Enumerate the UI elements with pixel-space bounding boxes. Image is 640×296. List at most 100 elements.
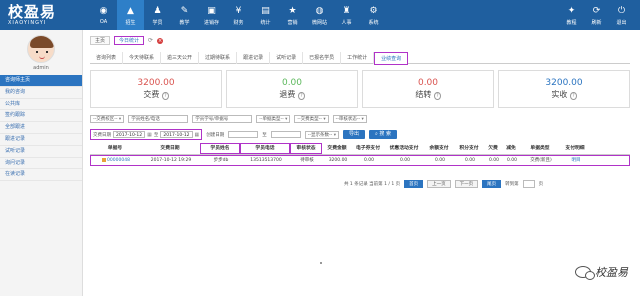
sub-tab[interactable]: 过期待联系 [199,52,238,64]
nav-item-9[interactable]: ♜ 人事 [333,0,360,30]
crumb-current[interactable]: 今日统计 [114,36,145,45]
help-icon[interactable]: ? [161,91,169,100]
nav-label: 系统 [368,19,379,26]
table-row[interactable]: 00000048 2017-10-12 19:29 步步db 13513513700 待… [90,155,630,166]
table-header: 单据号 交费日期 学员姓名 学员电话 审核状态 交费金额 电子券支付 优惠活动支付 余额支付 积分… [90,143,630,155]
export-button[interactable]: 导出 [342,130,365,139]
student-icon: ♟ [153,5,162,16]
crumb-home[interactable]: 主页 [90,36,111,45]
nav-item-7[interactable]: ★ 营销 [279,0,306,30]
nav-label: 人事 [341,19,352,26]
sidebar-item[interactable]: 我的咨询 [0,87,82,99]
card-label-wrap: 交费 ? [143,89,169,102]
nav-item-3[interactable]: ✎ 教学 [171,0,198,30]
sidebar-item[interactable]: 咨询师主页 [0,75,82,87]
help-icon[interactable]: ? [297,91,305,100]
sidebar-item[interactable]: 试听记录 [0,146,82,158]
search-button-label: 搜 索 [379,131,391,137]
avatar[interactable] [27,34,55,63]
sidebar-item[interactable]: 在读记录 [0,169,82,182]
summary-card: 0.00 退费 ? [226,70,358,108]
sub-tab[interactable]: 已报名学员 [303,52,342,64]
nav-item-6[interactable]: ▤ 统计 [252,0,279,30]
close-icon[interactable]: × [157,37,164,44]
brand-name: 校盈易 [8,2,57,21]
sidebar-item[interactable]: 签约跟踪 [0,110,82,123]
table-cell: 0.00 [464,158,476,163]
nav-item-5[interactable]: ¥ 财务 [225,0,252,30]
stats-icon: ▤ [261,5,270,16]
nav-label: 微网站 [311,19,327,26]
sidebar-item[interactable]: 公共库 [0,99,82,111]
number-search-input[interactable]: 学员学号/单据号 [192,115,253,123]
sub-tab[interactable]: 今天待联系 [123,52,162,64]
right-nav-item-2[interactable]: ⏻ 退出 [609,0,634,30]
calendar-icon[interactable]: ▦ [147,132,152,138]
nav-item-1[interactable]: ▲ 招生 [117,0,144,30]
nav-label: OA [99,19,108,25]
prev-page-button[interactable]: 上一页 [427,180,451,188]
row-checkbox[interactable] [102,157,107,162]
sidebar-item[interactable]: 询问记录 [0,158,82,170]
last-page-button[interactable]: 尾页 [482,180,502,188]
nav-item-8[interactable]: ◍ 微网站 [306,0,333,30]
table-cell[interactable]: 明目 [561,156,591,165]
pay-type-select[interactable]: --交费类型-- [294,115,329,123]
sub-tab[interactable]: 试听记录 [270,52,304,64]
help-icon[interactable]: ? [433,91,441,100]
next-page-button[interactable]: 下一页 [454,180,479,188]
sidebar-item[interactable]: 全部跟进 [0,122,82,134]
table-body: 00000048 2017-10-12 19:29 步步db 13513513700 待… [90,155,630,166]
campus-select[interactable]: --交费校区-- [90,115,125,123]
first-page-button[interactable]: 首页 [404,180,424,188]
summary-cards: 3200.00 交费 ? 0.00 退费 ? 0.00 结转 ? 3200.00 实收 ? [90,70,630,108]
nav-label: 统计 [260,19,271,26]
sub-tab[interactable]: 跟进记录 [237,52,271,64]
created-to-input[interactable] [270,131,301,138]
card-value: 3200.00 [137,77,175,88]
sub-tab[interactable]: 逾三天公开 [161,52,200,64]
receipt-number-link[interactable]: 00000048 [107,158,130,163]
search-button[interactable]: ⌕ 搜 索 [369,130,397,139]
receipts-table: 单据号 交费日期 学员姓名 学员电话 审核状态 交费金额 电子券支付 优惠活动支付 余额支付 积分… [90,143,630,166]
sidebar-item[interactable]: 跟进记录 [0,134,82,146]
right-nav-item-1[interactable]: ⟳ 刷新 [584,0,609,30]
nav-label: 进销存 [203,19,219,26]
table-cell[interactable]: 00000048 [91,156,141,165]
card-label: 实收 [551,89,568,99]
student-search-input[interactable]: 学员姓名/电话 [128,115,189,123]
nav-item-2[interactable]: ♟ 学员 [144,0,171,30]
page-size-select[interactable]: --显示条数-- [304,130,339,139]
column-header[interactable]: 审核状态 [290,143,322,154]
column-header: 交费金额 [327,146,347,151]
card-label-wrap: 退费 ? [279,89,305,102]
help-icon[interactable]: ? [569,91,577,100]
pay-date-range: 交费日期 2017-10-12 ▦ 至 2017-10-12 ▦ [90,129,203,140]
column-header: 单据类型 [530,146,550,151]
sub-tab[interactable]: 业绩查询 [374,52,409,65]
card-label: 结转 [415,89,432,99]
right-nav-item-0[interactable]: ✦ 教程 [559,0,584,30]
nav-label: 学员 [152,19,163,26]
doc-type-select[interactable]: --单据类型-- [256,115,291,123]
column-header: 交费日期 [160,146,180,151]
nav-label: 教程 [566,19,577,26]
column-header: 单据号 [107,146,123,151]
sidebar-menu: 咨询师主页 我的咨询 公共库 签约跟踪 全部跟进 跟进记录 试听记录 询问记录 在读记录 [0,75,82,182]
nav-item-0[interactable]: ◉ OA [90,0,117,30]
date-from-input[interactable]: 2017-10-12 [113,131,146,138]
jump-page-input[interactable] [522,180,535,188]
sub-tab[interactable]: 咨询列表 [90,52,124,64]
nav-label: 招生 [125,19,136,26]
date-to-input[interactable]: 2017-10-12 [160,131,193,138]
calendar-icon[interactable]: ▦ [195,132,200,138]
teaching-icon: ✎ [180,5,189,16]
audit-select[interactable]: --审核状态-- [332,115,367,123]
column-header: 优惠活动支付 [389,146,419,151]
created-from-input[interactable] [228,131,259,138]
refresh-icon[interactable]: ⟳ [148,36,153,45]
sub-tab[interactable]: 工作统计 [341,52,375,64]
summary-card: 0.00 结转 ? [362,70,494,108]
nav-item-4[interactable]: ▣ 进销存 [198,0,225,30]
nav-item-10[interactable]: ⚙ 系统 [360,0,387,30]
